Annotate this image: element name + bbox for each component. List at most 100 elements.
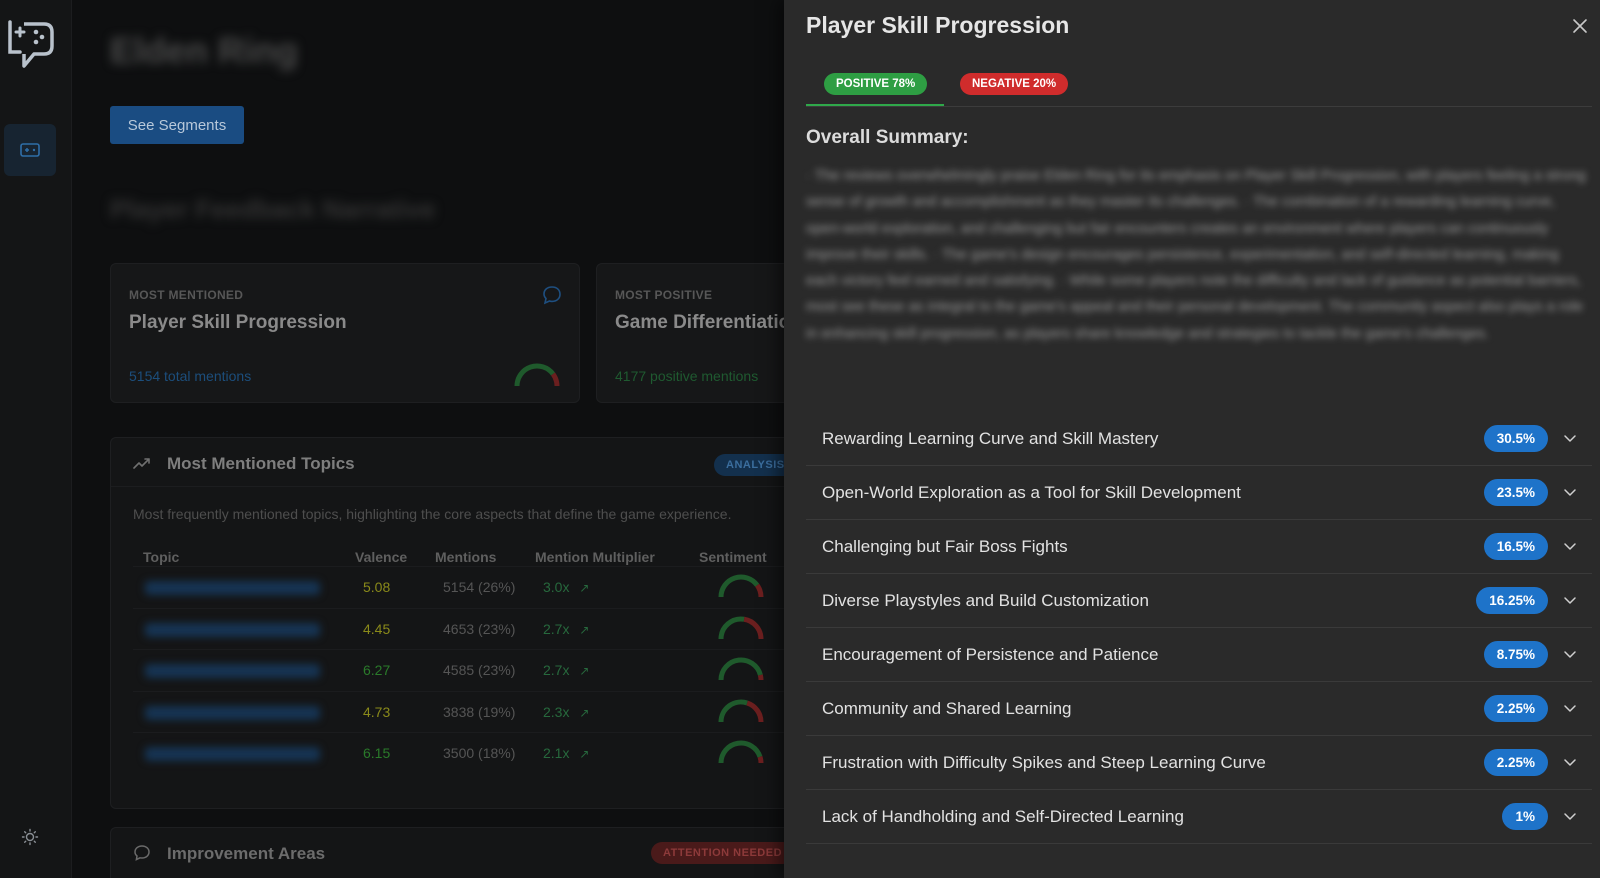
- divider: [111, 486, 899, 487]
- percentage-badge: 1%: [1502, 803, 1548, 830]
- valence-value: 6.15: [363, 745, 391, 761]
- valence-value: 5.08: [363, 579, 391, 595]
- app-logo[interactable]: [6, 18, 54, 70]
- tab-negative[interactable]: NEGATIVE 20%: [944, 70, 1094, 106]
- column-header-mentions[interactable]: Mentions: [435, 549, 496, 565]
- sentiment-gauge-icon: [718, 574, 764, 598]
- close-icon: [1573, 19, 1587, 33]
- multiplier-text: 2.7x: [543, 662, 570, 678]
- card-title: Game Differentiatio: [615, 312, 791, 333]
- gauge-positive-arc: [718, 740, 763, 764]
- column-header-topic[interactable]: Topic: [143, 549, 179, 565]
- topic-name-blurred[interactable]: [145, 622, 320, 637]
- percentage-badge: 16.5%: [1483, 533, 1548, 560]
- topic-name-blurred[interactable]: [145, 581, 320, 595]
- subtopic-label: Community and Shared Learning: [822, 699, 1072, 718]
- topic-detail-panel: Player Skill Progression POSITIVE 78% NE…: [784, 0, 1600, 878]
- trending-up-icon: [133, 456, 151, 475]
- section-title-blurred: Player Feedback Narrative: [110, 194, 436, 224]
- multiplier-value: 2.3x ↗: [543, 704, 589, 720]
- nav-item-games[interactable]: [4, 124, 56, 176]
- arrow-up-right-icon: ↗: [579, 664, 590, 678]
- subtopic-label: Lack of Handholding and Self-Directed Le…: [822, 807, 1184, 826]
- chat-bubble-icon[interactable]: [541, 284, 563, 311]
- subtopic-label: Open-World Exploration as a Tool for Ski…: [822, 483, 1241, 502]
- attention-badge: ATTENTION NEEDED: [651, 842, 795, 864]
- most-mentioned-card[interactable]: MOST MENTIONED Player Skill Progression …: [110, 263, 580, 403]
- chevron-down-icon[interactable]: [1562, 646, 1578, 662]
- multiplier-text: 2.7x: [543, 620, 570, 637]
- topic-name-blurred[interactable]: [145, 705, 320, 720]
- sidebar: [0, 0, 72, 878]
- tab-positive[interactable]: POSITIVE 78%: [806, 70, 944, 106]
- subtopic-row[interactable]: Diverse Playstyles and Build Customizati…: [806, 574, 1592, 628]
- chevron-down-icon[interactable]: [1562, 484, 1578, 500]
- table-row[interactable]: 4.45 4653 (23%) 2.7x ↗: [133, 607, 893, 650]
- multiplier-text: 2.3x: [543, 703, 570, 720]
- subtopic-row[interactable]: Encouragement of Persistence and Patienc…: [806, 628, 1592, 682]
- chevron-down-icon[interactable]: [1562, 538, 1578, 554]
- column-header-multiplier[interactable]: Mention Multiplier: [535, 549, 655, 565]
- column-header-sentiment[interactable]: Sentiment: [699, 549, 767, 565]
- mentions-value: 3838 (19%): [443, 703, 516, 720]
- subtopic-row[interactable]: Community and Shared Learning 2.25%: [806, 682, 1592, 736]
- subtopic-row[interactable]: Open-World Exploration as a Tool for Ski…: [806, 466, 1592, 520]
- percentage-badge: 2.25%: [1483, 749, 1548, 776]
- multiplier-text: 3.0x: [543, 579, 570, 595]
- table-row[interactable]: 6.27 4585 (23%) 2.7x ↗: [133, 649, 893, 691]
- multiplier-value: 2.1x ↗: [543, 745, 589, 761]
- topic-name-blurred[interactable]: [145, 747, 320, 761]
- sentiment-gauge-icon: [718, 699, 764, 722]
- see-segments-button[interactable]: See Segments: [110, 106, 244, 144]
- section-description: Most frequently mentioned topics, highli…: [133, 506, 732, 522]
- percentage-badge: 23.5%: [1483, 479, 1548, 506]
- chevron-down-icon[interactable]: [1562, 700, 1578, 716]
- summary-text: · The reviews overwhelmingly praise Elde…: [806, 168, 1586, 342]
- summary-heading: Overall Summary:: [806, 127, 969, 148]
- gauge-negative-arc: [757, 674, 764, 681]
- sentiment-gauge-icon: [513, 362, 561, 393]
- table-row[interactable]: 5.08 5154 (26%) 3.0x ↗: [133, 566, 893, 608]
- arrow-up-right-icon: ↗: [579, 747, 590, 761]
- most-mentioned-topics-section: Most Mentioned Topics ANALYSIS Most freq…: [110, 437, 900, 809]
- card-subtitle: 4177 positive mentions: [615, 368, 759, 384]
- multiplier-value: 2.7x ↗: [543, 662, 589, 678]
- gauge-positive-arc: [718, 574, 760, 598]
- table-row[interactable]: 4.73 3838 (19%) 2.3x ↗: [133, 690, 893, 733]
- mentions-value: 4653 (23%): [443, 620, 516, 637]
- card-subtitle: 5154 total mentions: [129, 368, 252, 384]
- chevron-down-icon[interactable]: [1562, 430, 1578, 446]
- sentiment-gauge-icon: [718, 657, 764, 681]
- subtopic-label: Diverse Playstyles and Build Customizati…: [822, 591, 1149, 610]
- subtopic-row[interactable]: Challenging but Fair Boss Fights 16.5%: [806, 520, 1592, 574]
- multiplier-value: 3.0x ↗: [543, 579, 589, 595]
- game-title-blurred: Elden Ring: [110, 30, 298, 71]
- panel-title: Player Skill Progression: [806, 12, 1070, 38]
- subtopic-row[interactable]: Frustration with Difficulty Spikes and S…: [806, 736, 1592, 790]
- mentions-value: 3500 (18%): [443, 745, 516, 761]
- percentage-badge: 8.75%: [1483, 641, 1548, 668]
- gauge-negative-arc: [746, 700, 764, 722]
- percentage-badge: 30.5%: [1483, 425, 1548, 452]
- sentiment-gauge-icon: [718, 616, 764, 639]
- chevron-down-icon[interactable]: [1562, 592, 1578, 608]
- chevron-down-icon[interactable]: [1562, 754, 1578, 770]
- gauge-positive-arc: [718, 657, 763, 681]
- subtopic-row[interactable]: Lack of Handholding and Self-Directed Le…: [806, 790, 1592, 844]
- subtopic-label: Rewarding Learning Curve and Skill Maste…: [822, 429, 1159, 448]
- theme-toggle-button[interactable]: [19, 826, 41, 848]
- arrow-up-right-icon: ↗: [579, 581, 590, 595]
- table-row[interactable]: 6.15 3500 (18%) 2.1x ↗: [133, 732, 893, 774]
- arrow-up-right-icon: ↗: [579, 705, 590, 720]
- subtopic-row[interactable]: Rewarding Learning Curve and Skill Maste…: [806, 412, 1592, 466]
- column-header-valence[interactable]: Valence: [355, 549, 407, 565]
- percentage-badge: 16.25%: [1476, 587, 1548, 614]
- chevron-down-icon[interactable]: [1562, 808, 1578, 824]
- valence-value: 6.27: [363, 662, 391, 678]
- close-button[interactable]: [1568, 14, 1592, 38]
- gauge-positive-arc: [718, 616, 745, 639]
- card-label: MOST MENTIONED: [129, 288, 244, 302]
- topic-name-blurred[interactable]: [145, 664, 320, 678]
- valence-value: 4.45: [363, 620, 391, 637]
- gauge-negative-arc: [757, 756, 764, 764]
